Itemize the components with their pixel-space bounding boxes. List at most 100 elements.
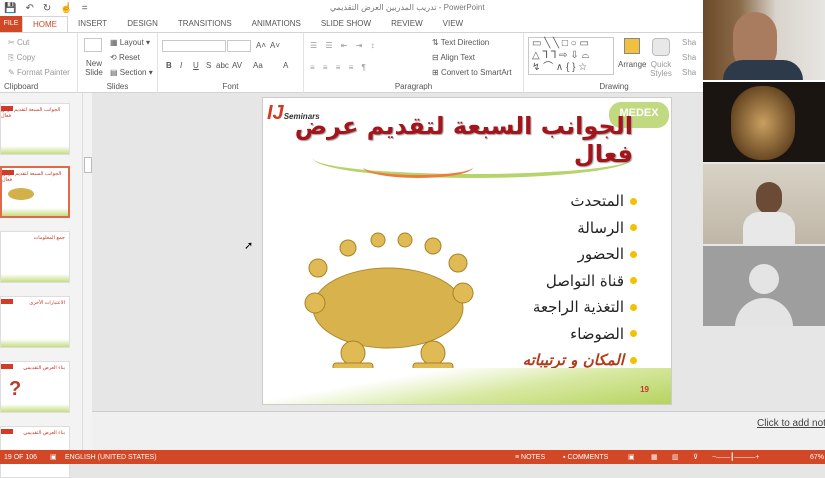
bullet-dot-icon: [630, 356, 637, 364]
quick-access-toolbar: 💾 ↶ ↻ ☝ =: [0, 3, 88, 14]
shadow-button[interactable]: abc: [216, 61, 229, 70]
tab-transitions[interactable]: TRANSITIONS: [168, 16, 242, 32]
new-slide-button[interactable]: New Slide: [82, 59, 106, 77]
shape-effects-button[interactable]: Sha: [682, 68, 696, 77]
font-color-button[interactable]: A: [283, 61, 288, 70]
undo-icon[interactable]: ↶: [25, 3, 33, 14]
section-button[interactable]: ▤ Section ▾: [110, 68, 153, 77]
slide-thumbnail[interactable]: الاعتبارات الأخرى: [0, 296, 70, 348]
list-buttons[interactable]: ☰ ☰ ⇤ ⇥ ↕: [310, 41, 378, 50]
thumbnail-title: بناء العرض التقديمي: [23, 365, 65, 371]
bullet-dot-icon: [630, 277, 637, 285]
tab-file[interactable]: FILE: [0, 16, 22, 32]
ribbon: ✂ Cut ⎘ Copy ✎ Format Painter Clipboard …: [0, 32, 825, 93]
underline-button[interactable]: U: [193, 61, 199, 70]
format-painter-button[interactable]: ✎ Format Painter: [8, 68, 70, 77]
notes-pane[interactable]: Click to add notes: [92, 411, 825, 450]
layout-button[interactable]: ▦ Layout ▾: [110, 38, 150, 47]
reading-view-icon[interactable]: ▥: [672, 453, 679, 461]
redo-icon[interactable]: ↻: [43, 3, 51, 14]
normal-view-icon[interactable]: ▣: [628, 453, 635, 461]
format-painter-label: Format Painter: [16, 68, 70, 77]
notes-button[interactable]: ≡ NOTES: [515, 454, 545, 461]
copy-label: Copy: [16, 53, 36, 62]
tab-animations[interactable]: ANIMATIONS: [242, 16, 311, 32]
paragraph-group: ☰ ☰ ⇤ ⇥ ↕ ≡ ≡ ≡ ≡ ¶ ⇅ Text Direction ⊟ A…: [304, 33, 524, 93]
copy-button[interactable]: ⎘ Copy: [8, 53, 35, 63]
shape-outline-button[interactable]: Sha: [682, 53, 696, 62]
zoom-level[interactable]: 67%: [810, 454, 824, 461]
reset-button[interactable]: ⟲ Reset: [110, 53, 140, 62]
current-slide[interactable]: IJSeminars MEDEX الجوانب السبعة لتقديم ع…: [262, 97, 672, 405]
scrollbar-thumb[interactable]: [84, 157, 92, 173]
align-text-label: Align Text: [440, 53, 476, 62]
shrink-font-button[interactable]: A˅: [270, 41, 280, 50]
comments-label: COMMENTS: [567, 453, 609, 461]
thumbnails-scrollbar[interactable]: [82, 93, 92, 450]
character-spacing-button[interactable]: AV: [232, 61, 242, 70]
customize-qat-icon[interactable]: =: [82, 3, 88, 14]
font-group: A˄ A˅ B I U S abc AV Aa A Font: [158, 33, 304, 93]
tab-home[interactable]: HOME: [22, 16, 68, 32]
convert-smartart-label: Convert to SmartArt: [440, 68, 512, 77]
shape-fill-button[interactable]: Sha: [682, 38, 696, 47]
tab-slide-show[interactable]: SLIDE SHOW: [311, 16, 381, 32]
font-size-input[interactable]: [227, 40, 251, 52]
paragraph-label: Paragraph: [394, 82, 433, 91]
bullet-text: المكان و ترتيباته: [522, 351, 624, 370]
strikethrough-button[interactable]: S: [206, 61, 211, 70]
slide-sorter-icon[interactable]: ▦: [651, 453, 658, 461]
zoom-slider[interactable]: −——┃———+: [712, 453, 759, 461]
layout-label: Layout: [119, 38, 144, 47]
notes-placeholder[interactable]: Click to add notes: [757, 418, 825, 429]
italic-button[interactable]: I: [180, 61, 182, 70]
slide-thumbnail[interactable]: بناء العرض التقديمي?: [0, 361, 70, 413]
window-title: تدريب المدربين العرض التقديمي - PowerPoi…: [330, 3, 485, 12]
align-text-button[interactable]: ⊟ Align Text: [432, 53, 475, 62]
slide-title[interactable]: الجوانب السبعة لتقديم عرض فعال: [263, 112, 633, 168]
bullet-list[interactable]: المتحدث الرسالة الحضور قناة التواصل التغ…: [523, 188, 637, 374]
language-indicator[interactable]: ENGLISH (UNITED STATES): [65, 454, 157, 461]
slide-thumbnail[interactable]: جمع المعلومات: [0, 231, 70, 283]
alignment-buttons[interactable]: ≡ ≡ ≡ ≡ ¶: [310, 63, 369, 72]
bullet-dot-icon: [630, 224, 637, 232]
thumbnail-title: جمع المعلومات: [33, 235, 65, 241]
tab-review[interactable]: REVIEW: [381, 16, 433, 32]
save-icon[interactable]: 💾: [4, 3, 16, 14]
slide-footer-swoosh: [263, 368, 671, 404]
tab-design[interactable]: DESIGN: [117, 16, 168, 32]
convert-smartart-button[interactable]: ⊞ Convert to SmartArt: [432, 68, 512, 77]
bullet-dot-icon: [630, 330, 637, 338]
bullet-dot-icon: [630, 303, 637, 311]
clipboard-label: Clipboard: [4, 82, 39, 91]
bold-button[interactable]: B: [166, 61, 172, 70]
comments-button[interactable]: ▪ COMMENTS: [563, 454, 608, 461]
video-tile-participant-1: [703, 0, 825, 80]
slide-thumbnail[interactable]: الجوانب السبعة لتقديم عرض فعال: [0, 103, 70, 155]
font-name-input[interactable]: [162, 40, 226, 52]
slideshow-icon[interactable]: ⊽: [693, 453, 698, 461]
drawing-label: Drawing: [599, 82, 629, 91]
quick-styles-icon: [652, 38, 670, 56]
cut-button[interactable]: ✂ Cut: [8, 38, 29, 47]
ribbon-tabs: FILE HOME INSERT DESIGN TRANSITIONS ANIM…: [0, 16, 825, 32]
slide-thumbnails-panel: الجوانب السبعة لتقديم عرض فعال الجوانب ا…: [0, 93, 82, 478]
slide-thumbnail-selected[interactable]: الجوانب السبعة لتقديم عرض فعال: [0, 166, 70, 218]
bullet-item: التغذية الراجعة: [523, 294, 637, 321]
shapes-gallery[interactable]: ▭ ╲ ╲ □ ○ ▭ △ ⅂ ⅂ ⇨ ⇩ ⌓ ↯ ⌒ ∧ { } ☆: [528, 37, 614, 75]
spell-check-icon[interactable]: ▣: [50, 453, 57, 461]
thumbnail-title: الجوانب السبعة لتقديم عرض فعال: [1, 107, 61, 119]
video-tile-participant-4: [703, 246, 825, 326]
quick-styles-button[interactable]: Quick Styles: [648, 60, 674, 78]
slide-counter: 19 OF 106: [4, 453, 38, 461]
mouse-cursor-icon: ➚: [244, 240, 254, 252]
tab-view[interactable]: VIEW: [433, 16, 473, 32]
grow-font-button[interactable]: A˄: [256, 41, 266, 50]
arrange-button[interactable]: Arrange: [618, 60, 646, 69]
new-slide-icon: [84, 38, 102, 52]
change-case-button[interactable]: Aa: [253, 61, 263, 70]
text-direction-button[interactable]: ⇅ Text Direction: [432, 38, 489, 47]
touch-mode-icon[interactable]: ☝: [60, 3, 72, 14]
thumbnail-title: الجوانب السبعة لتقديم عرض فعال: [2, 171, 62, 183]
tab-insert[interactable]: INSERT: [68, 16, 117, 32]
